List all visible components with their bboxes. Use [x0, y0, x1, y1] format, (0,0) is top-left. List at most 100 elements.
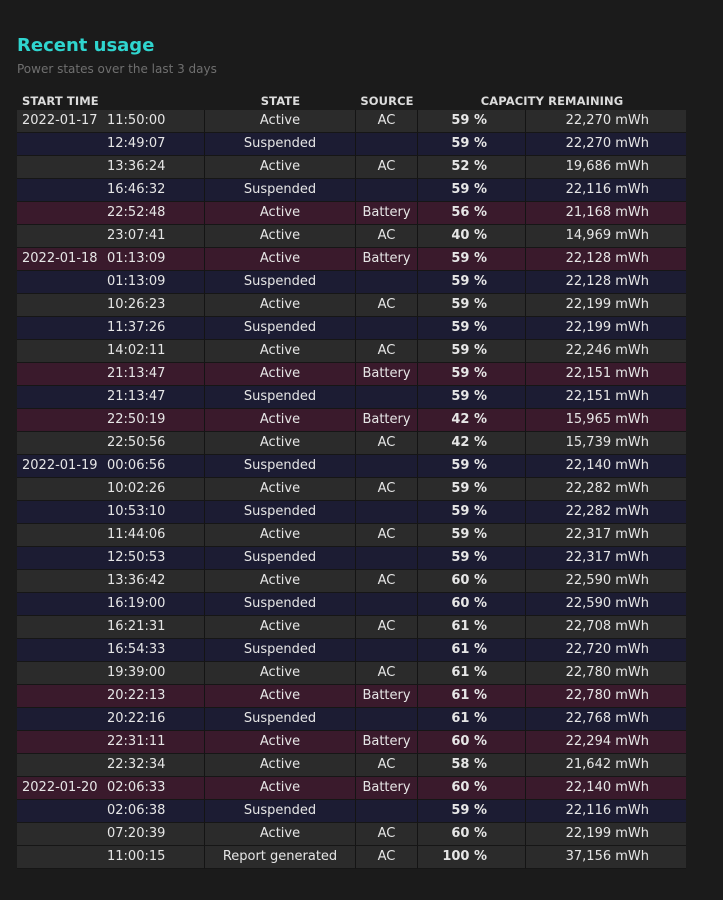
source-cell: AC — [356, 823, 418, 846]
source-cell: AC — [356, 110, 418, 133]
capacity-cell: 22,720 mWh — [526, 639, 687, 662]
time-cell: 13:36:24 — [107, 156, 205, 179]
state-cell: Active — [205, 731, 356, 754]
state-cell: Active — [205, 294, 356, 317]
source-cell — [356, 317, 418, 340]
date-cell — [17, 501, 107, 524]
table-row: 16:21:31 Active AC 61 % 22,708 mWh — [17, 616, 687, 639]
section-title: Recent usage — [17, 35, 155, 56]
percent-cell: 60 % — [418, 731, 526, 754]
state-cell: Suspended — [205, 133, 356, 156]
capacity-cell: 15,739 mWh — [526, 432, 687, 455]
time-cell: 13:36:42 — [107, 570, 205, 593]
date-cell — [17, 547, 107, 570]
time-cell: 11:00:15 — [107, 846, 205, 869]
percent-cell: 60 % — [418, 593, 526, 616]
time-cell: 14:02:11 — [107, 340, 205, 363]
percent-cell: 59 % — [418, 179, 526, 202]
table-row: 2022-01-20 02:06:33 Active Battery 60 % 22,14… — [17, 777, 687, 800]
capacity-cell: 14,969 mWh — [526, 225, 687, 248]
table-row: 16:46:32 Suspended 59 % 22,116 mWh — [17, 179, 687, 202]
capacity-cell: 22,140 mWh — [526, 777, 687, 800]
table-row: 22:31:11 Active Battery 60 % 22,294 mWh — [17, 731, 687, 754]
time-cell: 22:31:11 — [107, 731, 205, 754]
time-cell: 20:22:13 — [107, 685, 205, 708]
time-cell: 19:39:00 — [107, 662, 205, 685]
table-row: 2022-01-19 00:06:56 Suspended 59 % 22,140 mW… — [17, 455, 687, 478]
percent-cell: 60 % — [418, 777, 526, 800]
table-row: 2022-01-18 01:13:09 Active Battery 59 % 22,12… — [17, 248, 687, 271]
percent-cell: 59 % — [418, 455, 526, 478]
table-row: 01:13:09 Suspended 59 % 22,128 mWh — [17, 271, 687, 294]
state-cell: Active — [205, 570, 356, 593]
date-cell — [17, 340, 107, 363]
source-cell — [356, 133, 418, 156]
time-cell: 10:26:23 — [107, 294, 205, 317]
percent-cell: 42 % — [418, 409, 526, 432]
state-cell: Active — [205, 685, 356, 708]
state-cell: Suspended — [205, 501, 356, 524]
source-cell — [356, 593, 418, 616]
time-cell: 11:50:00 — [107, 110, 205, 133]
source-cell — [356, 547, 418, 570]
percent-cell: 61 % — [418, 639, 526, 662]
date-cell — [17, 616, 107, 639]
percent-cell: 59 % — [418, 133, 526, 156]
percent-cell: 59 % — [418, 386, 526, 409]
state-cell: Active — [205, 823, 356, 846]
date-cell: 2022-01-17 — [17, 110, 107, 133]
capacity-cell: 22,317 mWh — [526, 547, 687, 570]
table-row: 19:39:00 Active AC 61 % 22,780 mWh — [17, 662, 687, 685]
capacity-cell: 22,780 mWh — [526, 685, 687, 708]
percent-cell: 42 % — [418, 432, 526, 455]
percent-cell: 60 % — [418, 570, 526, 593]
source-cell — [356, 639, 418, 662]
capacity-cell: 21,168 mWh — [526, 202, 687, 225]
state-cell: Suspended — [205, 593, 356, 616]
percent-cell: 59 % — [418, 271, 526, 294]
source-cell: AC — [356, 432, 418, 455]
percent-cell: 60 % — [418, 823, 526, 846]
time-cell: 10:02:26 — [107, 478, 205, 501]
date-cell — [17, 593, 107, 616]
state-cell: Suspended — [205, 179, 356, 202]
table-row: 13:36:24 Active AC 52 % 19,686 mWh — [17, 156, 687, 179]
date-cell — [17, 271, 107, 294]
state-cell: Active — [205, 662, 356, 685]
percent-cell: 59 % — [418, 478, 526, 501]
source-cell: AC — [356, 754, 418, 777]
percent-cell: 59 % — [418, 524, 526, 547]
state-cell: Active — [205, 156, 356, 179]
table-row: 14:02:11 Active AC 59 % 22,246 mWh — [17, 340, 687, 363]
table-row: 22:32:34 Active AC 58 % 21,642 mWh — [17, 754, 687, 777]
time-cell: 16:46:32 — [107, 179, 205, 202]
date-cell — [17, 639, 107, 662]
date-cell: 2022-01-18 — [17, 248, 107, 271]
capacity-cell: 22,270 mWh — [526, 110, 687, 133]
state-cell: Suspended — [205, 386, 356, 409]
source-cell: Battery — [356, 363, 418, 386]
header-source: SOURCE — [360, 94, 414, 108]
time-cell: 16:54:33 — [107, 639, 205, 662]
table-row: 11:44:06 Active AC 59 % 22,317 mWh — [17, 524, 687, 547]
section-subtitle: Power states over the last 3 days — [17, 62, 217, 76]
source-cell: AC — [356, 340, 418, 363]
capacity-cell: 22,116 mWh — [526, 179, 687, 202]
source-cell: AC — [356, 616, 418, 639]
date-cell — [17, 363, 107, 386]
time-cell: 01:13:09 — [107, 248, 205, 271]
table-header-row: START TIME STATE SOURCE CAPACITY REMAINI… — [17, 92, 686, 110]
date-cell — [17, 478, 107, 501]
time-cell: 11:44:06 — [107, 524, 205, 547]
date-cell — [17, 156, 107, 179]
percent-cell: 59 % — [418, 317, 526, 340]
capacity-cell: 15,965 mWh — [526, 409, 687, 432]
table-row: 12:50:53 Suspended 59 % 22,317 mWh — [17, 547, 687, 570]
capacity-cell: 22,282 mWh — [526, 501, 687, 524]
percent-cell: 56 % — [418, 202, 526, 225]
state-cell: Suspended — [205, 547, 356, 570]
state-cell: Suspended — [205, 271, 356, 294]
state-cell: Active — [205, 409, 356, 432]
time-cell: 21:13:47 — [107, 363, 205, 386]
capacity-cell: 22,151 mWh — [526, 386, 687, 409]
